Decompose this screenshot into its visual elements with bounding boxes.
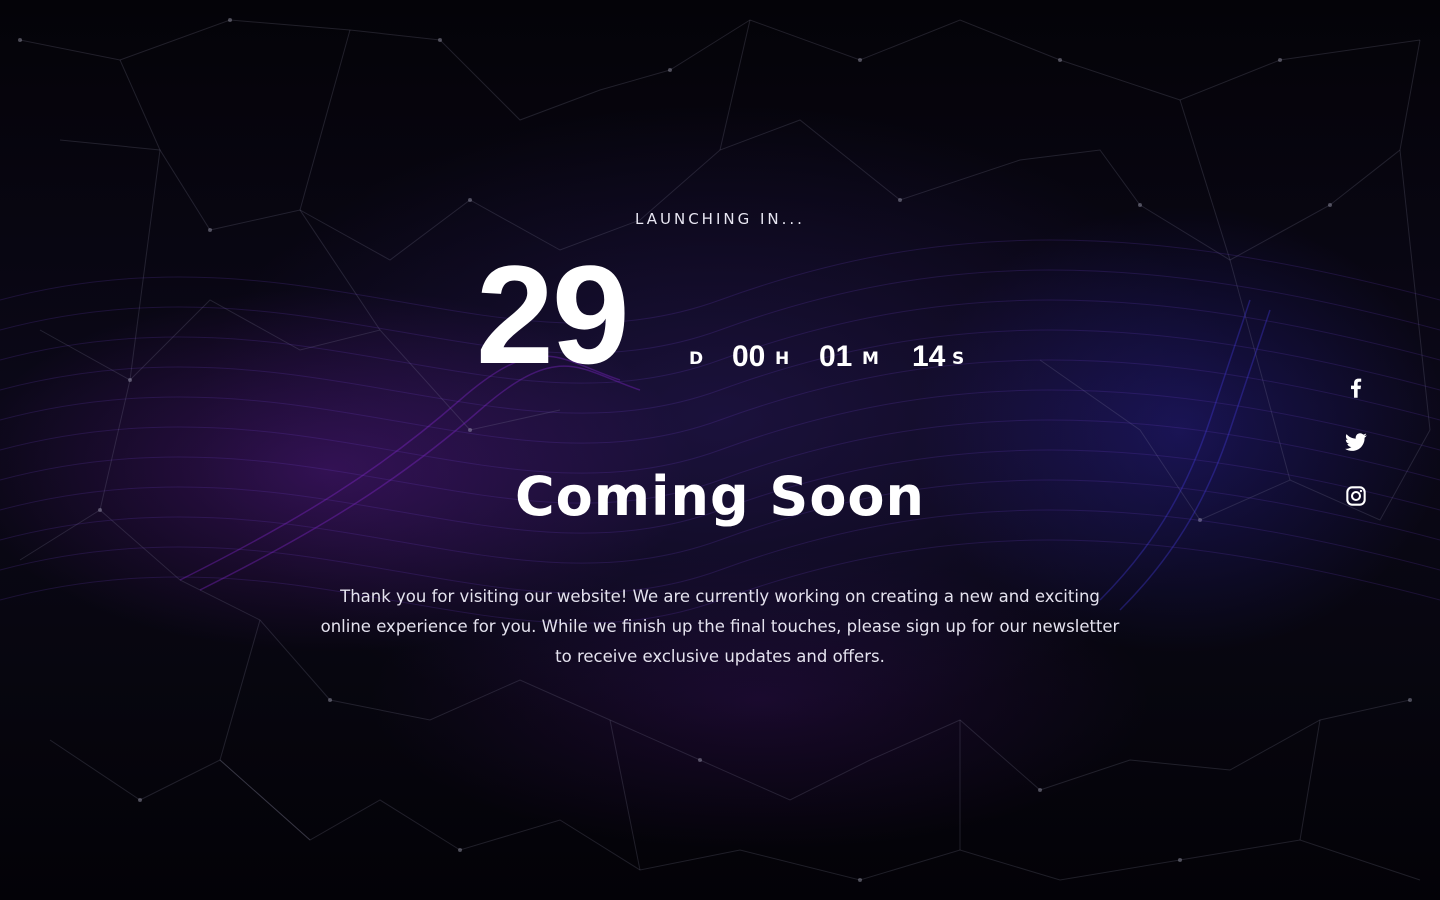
countdown-days-unit: D [689,349,704,369]
facebook-icon [1351,378,1362,398]
twitter-link[interactable] [1340,429,1372,461]
launching-label: LAUNCHING IN... [635,210,805,228]
page-title: Coming Soon [515,465,925,528]
countdown-hours-value: 00 [732,340,766,373]
facebook-link[interactable] [1340,375,1372,407]
countdown-seconds-unit: S [952,349,965,369]
countdown-minutes-unit: M [862,349,879,369]
social-links [1340,372,1372,537]
countdown-minutes-value: 01 [819,340,853,373]
background-network [0,0,1440,900]
instagram-icon [1346,486,1366,506]
countdown-days-value: 29 [476,236,630,393]
twitter-icon [1345,433,1367,451]
countdown-seconds-value: 14 [912,340,946,373]
page-description: Thank you for visiting our website! We a… [320,587,1120,666]
countdown-hours-unit: H [775,349,790,369]
instagram-link[interactable] [1340,483,1372,515]
countdown-timer: 29 D 00 H 01 M 14 S [0,236,1440,393]
network-lines-decoration [0,18,1440,882]
